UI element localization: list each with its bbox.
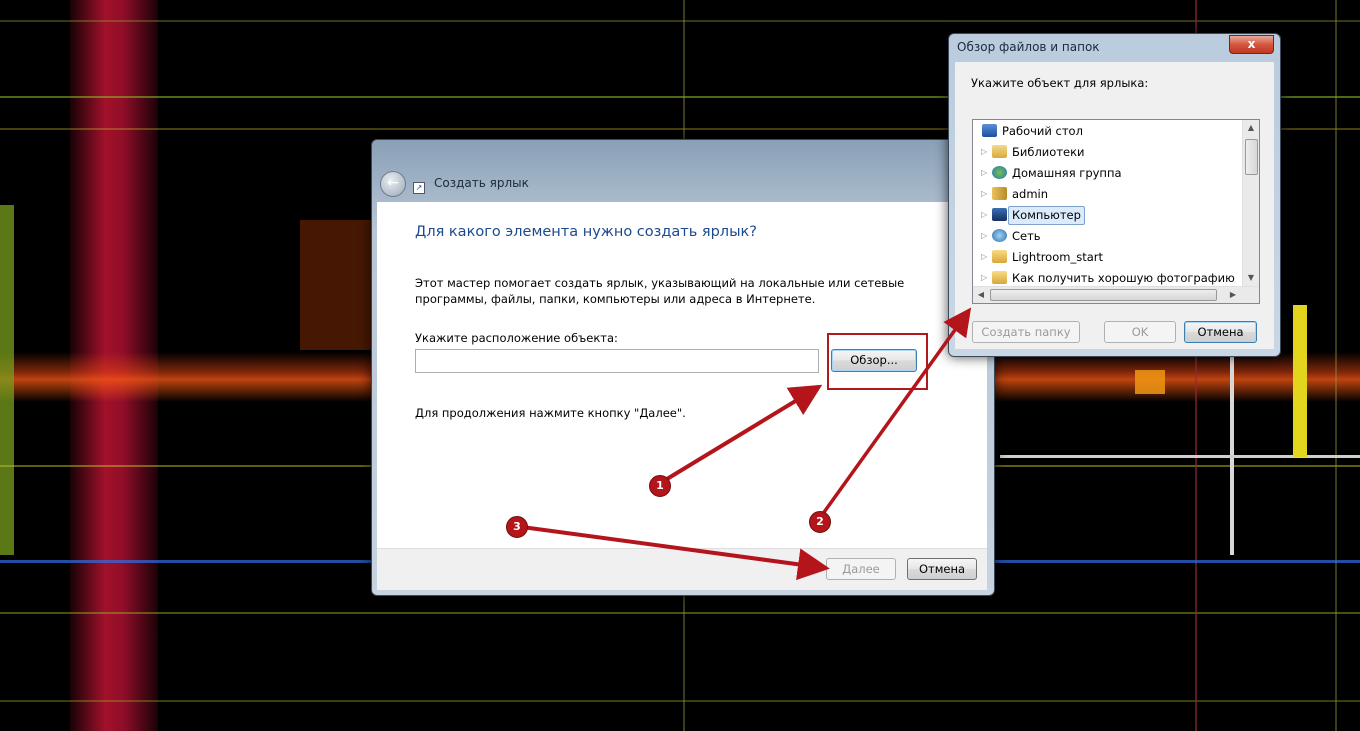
browse-dialog-body: Укажите объект для ярлыка: Рабочий стол …	[955, 62, 1274, 349]
wallpaper-line	[0, 20, 1360, 22]
ok-button[interactable]: OK	[1104, 321, 1176, 343]
tree-item-desktop[interactable]: Рабочий стол	[973, 121, 1243, 141]
folder-icon	[992, 250, 1007, 263]
wallpaper-line	[0, 700, 1360, 702]
tree-item-libraries[interactable]: ▷ Библиотеки	[973, 142, 1243, 162]
tree-item-label: Библиотеки	[1012, 145, 1085, 159]
page-title: Для какого элемента нужно создать ярлык?	[415, 224, 757, 240]
tree-item-photo-folder[interactable]: ▷ Как получить хорошую фотографию	[973, 268, 1243, 288]
back-arrow-icon[interactable]: ←	[380, 171, 406, 197]
tree-item-label: Lightroom_start	[1012, 250, 1103, 264]
horizontal-scrollbar[interactable]: ◀ ▶	[973, 286, 1259, 303]
wizard-title: Создать ярлык	[434, 176, 529, 190]
scroll-thumb[interactable]	[990, 289, 1217, 301]
expand-arrow-icon[interactable]: ▷	[981, 226, 991, 246]
browse-dialog-title: Обзор файлов и папок	[957, 40, 1100, 54]
user-folder-icon	[992, 187, 1007, 200]
tree-item-label: Как получить хорошую фотографию	[1012, 271, 1235, 285]
expand-arrow-icon[interactable]: ▷	[981, 205, 991, 225]
tree-item-network[interactable]: ▷ Сеть	[973, 226, 1243, 246]
scroll-down-icon[interactable]: ▼	[1243, 270, 1259, 286]
tree-item-admin[interactable]: ▷ admin	[973, 184, 1243, 204]
browse-prompt: Укажите объект для ярлыка:	[971, 76, 1149, 90]
wallpaper-stripe	[1135, 370, 1165, 394]
network-icon	[992, 229, 1007, 242]
next-button[interactable]: Далее	[826, 558, 896, 580]
homegroup-icon	[992, 166, 1007, 179]
scroll-left-icon[interactable]: ◀	[973, 287, 989, 303]
folder-icon	[992, 271, 1007, 284]
close-icon[interactable]: x	[1229, 35, 1274, 54]
tree-item-label: Компьютер	[1008, 206, 1085, 225]
continue-hint: Для продолжения нажмите кнопку "Далее".	[415, 406, 686, 420]
wallpaper-line	[1230, 350, 1234, 555]
wizard-content: Для какого элемента нужно создать ярлык?…	[377, 202, 987, 548]
create-shortcut-window: ← ↗ Создать ярлык Для какого элемента ну…	[371, 139, 995, 596]
tree-item-computer[interactable]: ▷ Компьютер	[973, 205, 1243, 225]
location-label: Укажите расположение объекта:	[415, 331, 618, 345]
wallpaper-line	[0, 612, 1360, 614]
expand-arrow-icon[interactable]: ▷	[981, 163, 991, 183]
tree-item-lightroom[interactable]: ▷ Lightroom_start	[973, 247, 1243, 267]
tree-item-label: Домашняя группа	[1012, 166, 1122, 180]
browse-dialog: Обзор файлов и папок x Укажите объект дл…	[948, 33, 1281, 357]
wallpaper-line	[1335, 0, 1337, 731]
folder-tree[interactable]: Рабочий стол ▷ Библиотеки ▷ Домашняя гру…	[972, 119, 1260, 304]
wizard-description: Этот мастер помогает создать ярлык, указ…	[415, 276, 905, 306]
wizard-titlebar: ← ↗ Создать ярлык	[372, 162, 994, 202]
cancel-button[interactable]: Отмена	[907, 558, 977, 580]
wallpaper-stripe	[0, 205, 14, 555]
browse-cancel-button[interactable]: Отмена	[1184, 321, 1257, 343]
desktop-icon	[982, 124, 997, 137]
tree-item-label: Сеть	[1012, 229, 1041, 243]
wallpaper-stripe	[1293, 305, 1307, 457]
tree-item-homegroup[interactable]: ▷ Домашняя группа	[973, 163, 1243, 183]
expand-arrow-icon[interactable]: ▷	[981, 184, 991, 204]
new-folder-button[interactable]: Создать папку	[972, 321, 1080, 343]
computer-icon	[992, 208, 1007, 221]
expand-arrow-icon[interactable]: ▷	[981, 142, 991, 162]
location-input[interactable]	[415, 349, 819, 373]
expand-arrow-icon[interactable]: ▷	[981, 247, 991, 267]
browse-button[interactable]: Обзор...	[831, 349, 917, 372]
scroll-thumb[interactable]	[1245, 139, 1258, 175]
vertical-scrollbar[interactable]: ▲ ▼	[1242, 120, 1259, 286]
tree-item-label: Рабочий стол	[1002, 124, 1083, 138]
tree-item-label: admin	[1012, 187, 1049, 201]
scroll-up-icon[interactable]: ▲	[1243, 120, 1259, 136]
scroll-right-icon[interactable]: ▶	[1225, 287, 1241, 303]
shortcut-icon: ↗	[413, 182, 425, 194]
libraries-icon	[992, 145, 1007, 158]
expand-arrow-icon[interactable]: ▷	[981, 268, 991, 288]
